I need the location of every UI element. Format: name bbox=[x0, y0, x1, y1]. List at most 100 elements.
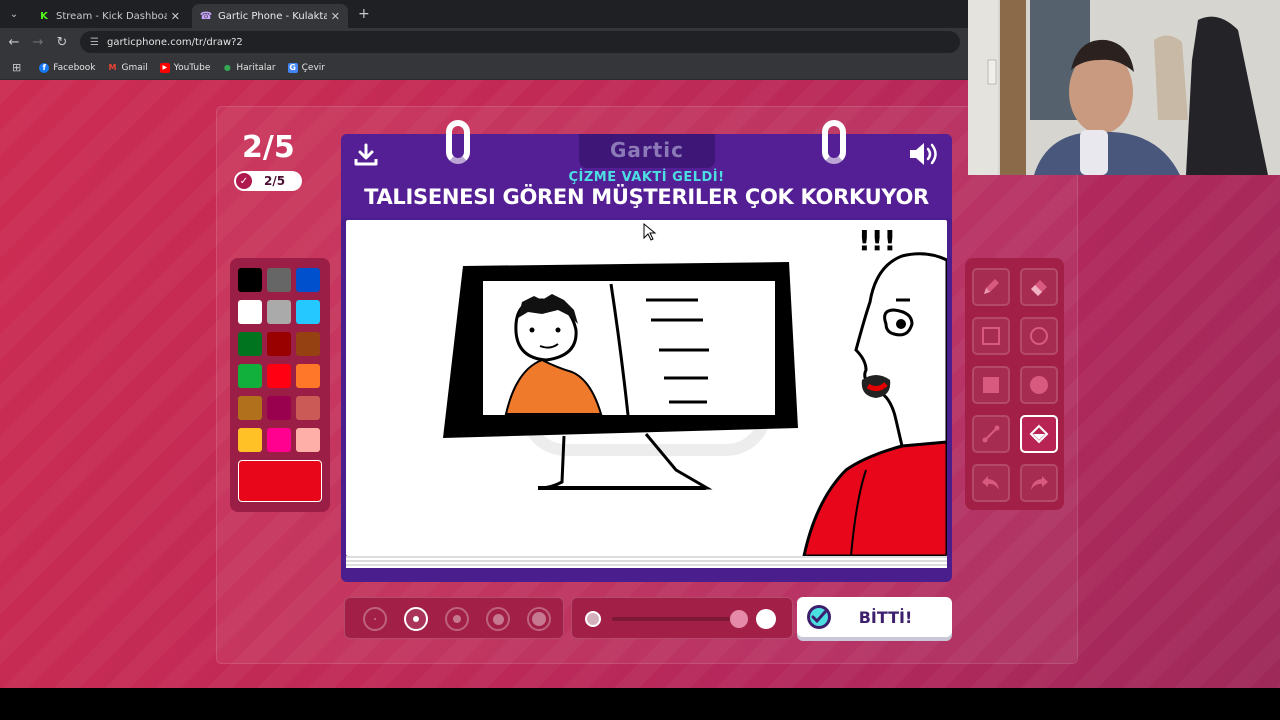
bookmark-youtube[interactable]: ▶ YouTube bbox=[159, 62, 211, 73]
color-swatch[interactable] bbox=[238, 332, 262, 356]
url-text: garticphone.com/tr/draw?2 bbox=[106, 36, 243, 48]
canvas-exclamation: !!! bbox=[858, 224, 896, 257]
book-header: Gartic ÇİZME VAKTİ GELDİ! TALISENESI GÖR… bbox=[341, 134, 952, 218]
color-swatch[interactable] bbox=[238, 268, 262, 292]
undo-icon bbox=[982, 476, 999, 490]
circle-filled-icon bbox=[1030, 376, 1048, 394]
tool-panel bbox=[965, 258, 1064, 510]
opacity-track[interactable] bbox=[612, 617, 730, 621]
bookmark-gmail[interactable]: M Gmail bbox=[108, 63, 148, 73]
bookmark-label: Facebook bbox=[53, 62, 96, 73]
color-swatch[interactable] bbox=[296, 364, 320, 388]
players-done-badge: ✓ 2/5 bbox=[234, 171, 302, 191]
browser-nav-bar: ← → ↻ ☰ garticphone.com/tr/draw?2 bbox=[0, 28, 968, 56]
color-swatch[interactable] bbox=[296, 268, 320, 292]
color-swatch[interactable] bbox=[238, 300, 262, 324]
rectangle-outline-tool[interactable] bbox=[972, 317, 1010, 355]
color-swatch[interactable] bbox=[267, 300, 291, 324]
done-button[interactable]: BİTTİ! bbox=[797, 597, 952, 637]
eraser-icon bbox=[1031, 280, 1047, 296]
browser-tab-bar: ⌄ K Stream - Kick Dashboard ✕ ☎ Gartic P… bbox=[0, 0, 968, 28]
gartic-logo: Gartic bbox=[609, 138, 685, 162]
youtube-icon: ▶ bbox=[159, 62, 170, 73]
check-icon: ✓ bbox=[236, 173, 252, 189]
book-ring-left bbox=[446, 120, 470, 164]
brush-size-4[interactable] bbox=[486, 607, 510, 631]
fill-bucket-tool[interactable] bbox=[1020, 415, 1058, 453]
color-swatch[interactable] bbox=[267, 428, 291, 452]
gmail-icon: M bbox=[108, 63, 117, 72]
address-bar[interactable]: ☰ garticphone.com/tr/draw?2 bbox=[80, 31, 960, 53]
book-ring-right bbox=[822, 120, 846, 164]
canvas-drawing: !!! bbox=[443, 222, 947, 556]
download-icon[interactable] bbox=[353, 142, 379, 168]
bookmark-label: Çevir bbox=[301, 62, 325, 73]
tab-search-icon[interactable]: ⌄ bbox=[2, 4, 26, 24]
kick-icon: K bbox=[40, 10, 48, 22]
bookmark-label: Gmail bbox=[121, 62, 148, 73]
redo-tool[interactable] bbox=[1020, 464, 1058, 502]
color-swatch[interactable] bbox=[267, 364, 291, 388]
color-palette bbox=[230, 258, 330, 512]
circle-outline-icon bbox=[1030, 327, 1048, 345]
close-tab-icon[interactable]: ✕ bbox=[331, 10, 340, 23]
players-done-count: 2/5 bbox=[264, 174, 286, 188]
forward-icon[interactable]: → bbox=[26, 35, 50, 50]
square-filled-icon bbox=[983, 377, 999, 393]
done-button-label: BİTTİ! bbox=[858, 607, 913, 627]
tab-gartic-phone[interactable]: ☎ Gartic Phone - Kulaktan Kulağa ✕ bbox=[192, 4, 348, 28]
drawing-canvas[interactable]: !!! bbox=[346, 220, 947, 556]
color-swatch[interactable] bbox=[267, 396, 291, 420]
book-pages bbox=[346, 556, 947, 568]
logo-tab: Gartic bbox=[579, 134, 715, 168]
tab-kick-dashboard[interactable]: K Stream - Kick Dashboard ✕ bbox=[30, 4, 188, 28]
check-badge-icon bbox=[807, 605, 831, 629]
rectangle-fill-tool[interactable] bbox=[972, 366, 1010, 404]
color-swatch[interactable] bbox=[267, 332, 291, 356]
bookmark-maps[interactable]: ● Haritalar bbox=[222, 62, 276, 73]
opacity-max-icon bbox=[756, 609, 776, 629]
eraser-tool[interactable] bbox=[1020, 268, 1058, 306]
color-swatch[interactable] bbox=[267, 268, 291, 292]
brush-size-1[interactable] bbox=[363, 607, 387, 631]
apps-icon[interactable]: ⊞ bbox=[12, 61, 21, 74]
line-tool[interactable] bbox=[972, 415, 1010, 453]
new-tab-icon[interactable]: + bbox=[358, 6, 370, 22]
volume-icon[interactable] bbox=[907, 140, 941, 168]
color-swatch[interactable] bbox=[296, 332, 320, 356]
color-swatch[interactable] bbox=[296, 428, 320, 452]
webcam-image bbox=[968, 0, 1280, 175]
opacity-knob[interactable] bbox=[730, 610, 748, 628]
translate-icon: G bbox=[287, 62, 298, 73]
webcam-overlay bbox=[968, 0, 1280, 175]
color-swatch[interactable] bbox=[238, 396, 262, 420]
bookmark-facebook[interactable]: f Facebook bbox=[39, 62, 96, 73]
bookmark-translate[interactable]: G Çevir bbox=[287, 62, 325, 73]
bookmark-label: YouTube bbox=[173, 62, 211, 73]
reload-icon[interactable]: ↻ bbox=[50, 35, 74, 50]
bottom-letterbox bbox=[0, 688, 1280, 720]
current-color bbox=[238, 460, 322, 502]
drawing-book: Gartic ÇİZME VAKTİ GELDİ! TALISENESI GÖR… bbox=[341, 134, 952, 582]
round-indicator: 2/5 bbox=[242, 130, 295, 165]
brush-size-5[interactable] bbox=[527, 607, 551, 631]
color-swatch[interactable] bbox=[238, 364, 262, 388]
back-icon[interactable]: ← bbox=[2, 35, 26, 50]
site-info-icon[interactable]: ☰ bbox=[90, 37, 99, 48]
opacity-slider[interactable] bbox=[571, 597, 793, 639]
gartic-icon: ☎ bbox=[199, 10, 213, 22]
bookmark-label: Haritalar bbox=[236, 62, 276, 73]
opacity-min-icon bbox=[585, 611, 601, 627]
pencil-icon bbox=[984, 279, 999, 294]
ellipse-fill-tool[interactable] bbox=[1020, 366, 1058, 404]
close-tab-icon[interactable]: ✕ bbox=[171, 10, 180, 23]
color-swatch[interactable] bbox=[296, 300, 320, 324]
ellipse-outline-tool[interactable] bbox=[1020, 317, 1058, 355]
square-outline-icon bbox=[982, 327, 1000, 345]
color-swatch[interactable] bbox=[238, 428, 262, 452]
brush-size-3[interactable] bbox=[445, 607, 469, 631]
brush-size-2[interactable] bbox=[404, 607, 428, 631]
color-swatch[interactable] bbox=[296, 396, 320, 420]
pen-tool[interactable] bbox=[972, 268, 1010, 306]
undo-tool[interactable] bbox=[972, 464, 1010, 502]
